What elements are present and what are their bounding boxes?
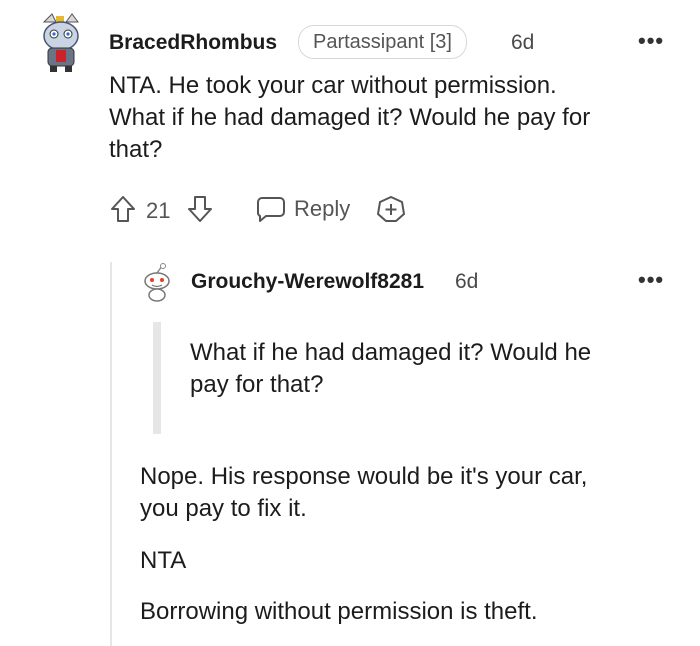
reply-more-options-icon[interactable]: ••• (638, 269, 664, 291)
upvote-icon (111, 196, 135, 222)
reply-button[interactable]: Reply (254, 194, 350, 224)
reply-author[interactable]: Grouchy-Werewolf8281 (191, 270, 424, 294)
reply-paragraph: NTA (140, 547, 187, 574)
blockquote: What if he had damaged it? Would he pay … (190, 337, 670, 401)
more-options-icon[interactable]: ••• (638, 30, 664, 52)
reply-paragraph: Borrowing without permission is theft. (140, 598, 538, 625)
vote-score: 21 (146, 198, 171, 223)
award-button[interactable] (374, 194, 408, 229)
avatar-snoo-icon (144, 263, 170, 302)
downvote-icon (188, 196, 212, 222)
comment-timestamp[interactable]: 6d (511, 31, 534, 55)
reply-line: you pay to fix it. (140, 495, 307, 522)
comment-line: that? (109, 136, 163, 163)
reply-label: Reply (294, 196, 351, 221)
comment-avatar[interactable] (38, 12, 84, 74)
comment-author[interactable]: BracedRhombus (109, 31, 277, 55)
downvote-button[interactable] (186, 194, 214, 229)
reply-paragraph: Nope. His response would be it's your ca… (140, 461, 690, 525)
reply-icon (256, 197, 285, 222)
quote-line: What if he had damaged it? Would he (190, 339, 592, 366)
reply-timestamp[interactable]: 6d (455, 270, 478, 294)
reply-line: Nope. His response would be it's your ca… (140, 463, 588, 490)
thread-line[interactable] (110, 262, 112, 646)
quote-line: pay for that? (190, 371, 324, 398)
comment-body: NTA. He took your car without permission… (109, 70, 689, 166)
upvote-button[interactable] (109, 194, 137, 229)
reply-avatar[interactable] (140, 263, 174, 303)
author-flair: Partassipant [3] (298, 25, 467, 59)
award-icon (377, 196, 405, 222)
comment-line: NTA. He took your car without permission… (109, 72, 557, 99)
comment-line: What if he had damaged it? Would he pay … (109, 104, 591, 131)
avatar-knight-icon (42, 13, 79, 72)
quote-bar (153, 322, 161, 434)
